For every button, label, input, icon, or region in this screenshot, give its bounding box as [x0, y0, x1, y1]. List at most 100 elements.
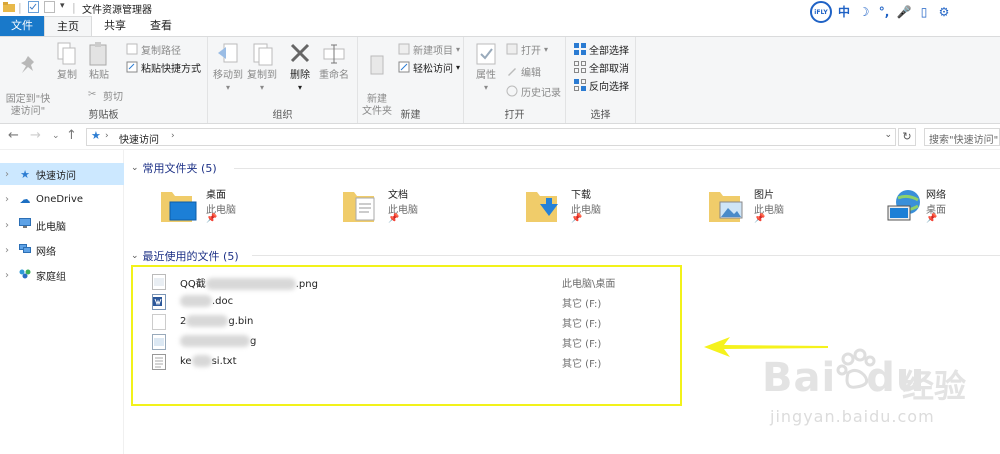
open-icon [506, 43, 518, 55]
clipboard-group: 固定到"快 速访问" 复制 粘贴 复制路径 粘贴快捷方式 ✂ 剪切 剪贴板 [0, 37, 208, 123]
edit-button[interactable]: 编辑 [506, 63, 541, 79]
pinned-icon: 📌 [388, 214, 400, 224]
copy-to-icon [250, 41, 274, 67]
sidebar-item-network[interactable]: › 网络 [0, 239, 124, 261]
downloads-folder-icon [525, 186, 565, 226]
recent-locations-chevron-icon[interactable]: ⌄ [52, 131, 60, 141]
delete-x-icon [288, 41, 312, 67]
expand-chevron-icon[interactable]: › [5, 169, 15, 180]
select-none-button[interactable]: 全部取消 [574, 59, 629, 75]
sidebar-item-quick-access[interactable]: › ★ 快速访问 [0, 163, 124, 185]
organize-group-label: 组织 [272, 110, 293, 121]
delete-button[interactable]: 删除 ▾ [286, 41, 314, 94]
easy-access-icon [398, 61, 410, 73]
select-all-icon [574, 43, 586, 55]
sidebar-item-homegroup[interactable]: › 家庭组 [0, 264, 124, 286]
folder-tile-pictures[interactable]: 图片 此电脑 📌 [708, 184, 828, 228]
pinned-icon: 📌 [926, 214, 938, 224]
watermark-cn: 经验 [902, 367, 967, 405]
refresh-icon[interactable]: ↻ [898, 128, 916, 146]
folder-tile-desktop[interactable]: 桌面 此电脑 📌 [160, 184, 280, 228]
cut-button[interactable]: ✂ 剪切 [88, 87, 123, 103]
move-to-icon [216, 41, 240, 67]
copy-to-button[interactable]: 复制到 ▾ [246, 41, 278, 94]
open-group: 属性 ▾ 打开 ▾ 编辑 历史记录 打开 [464, 37, 566, 123]
properties-check-icon [474, 41, 498, 67]
pin-icon [16, 53, 40, 79]
folder-tile-downloads[interactable]: 下载 此电脑 📌 [525, 184, 645, 228]
highlight-box-annotation [131, 265, 682, 406]
separator: | [18, 1, 22, 14]
copy-path-button[interactable]: 复制路径 [126, 41, 181, 57]
navigation-pane: › ★ 快速访问 › ☁ OneDrive › 此电脑 › 网络 › 家庭组 [0, 150, 124, 454]
window-title: 文件资源管理器 [82, 5, 152, 16]
new-group: 新建 文件夹 新建项目 ▾ 轻松访问 ▾ 新建 [358, 37, 464, 123]
expand-chevron-icon[interactable]: › [5, 270, 15, 281]
folder-tile-documents[interactable]: 文档 此电脑 📌 [342, 184, 462, 228]
clipboard-group-label: 剪贴板 [88, 110, 119, 121]
copy-button[interactable]: 复制 [54, 41, 80, 82]
history-icon [506, 85, 518, 97]
paste-shortcut-icon [126, 61, 138, 73]
folder-tile-network[interactable]: 网络 桌面 📌 [886, 184, 1000, 228]
rename-icon [322, 41, 346, 67]
frequent-folders-header[interactable]: ⌄ 常用文件夹 (5) [131, 160, 217, 176]
address-dropdown-chevron-icon[interactable]: ⌄ [884, 130, 892, 140]
move-to-button[interactable]: 移动到 ▾ [212, 41, 244, 94]
properties-quick-icon[interactable] [28, 1, 39, 16]
open-button[interactable]: 打开 ▾ [506, 41, 548, 57]
select-group: 全部选择 全部取消 反向选择 选择 [566, 37, 636, 123]
pictures-folder-icon [708, 186, 748, 226]
pinned-icon: 📌 [754, 214, 766, 224]
tab-file[interactable]: 文件 [0, 16, 44, 36]
expand-chevron-icon[interactable]: › [5, 220, 15, 231]
back-arrow-icon[interactable]: ← [8, 128, 19, 143]
properties-button[interactable]: 属性 ▾ [472, 41, 500, 94]
up-arrow-icon[interactable]: ↑ [66, 128, 77, 143]
section-divider [234, 168, 1000, 169]
sidebar-item-onedrive[interactable]: › ☁ OneDrive [0, 188, 124, 210]
recent-files-header[interactable]: ⌄ 最近使用的文件 (5) [131, 248, 239, 264]
collapse-chevron-icon[interactable]: ⌄ [131, 163, 139, 173]
collapse-chevron-icon[interactable]: ⌄ [131, 251, 139, 261]
select-none-icon [574, 61, 586, 73]
scissors-icon: ✂ [88, 89, 97, 100]
ribbon: 固定到"快 速访问" 复制 粘贴 复制路径 粘贴快捷方式 ✂ 剪切 剪贴板 移动… [0, 36, 1000, 124]
breadcrumb-separator: › [105, 131, 109, 141]
tab-share[interactable]: 共享 [92, 16, 138, 36]
history-button[interactable]: 历史记录 [506, 83, 561, 99]
watermark-url: jingyan.baidu.com [770, 407, 935, 426]
quick-access-star-icon: ★ [91, 129, 101, 142]
customize-toolbar-icon[interactable]: ▾ [60, 1, 65, 11]
paste-button[interactable]: 粘贴 [84, 41, 114, 82]
tab-home[interactable]: 主页 [44, 16, 92, 36]
expand-chevron-icon[interactable]: › [5, 194, 15, 205]
invert-selection-button[interactable]: 反向选择 [574, 77, 629, 93]
documents-folder-icon [342, 186, 382, 226]
select-group-label: 选择 [590, 110, 611, 121]
homegroup-icon [18, 268, 32, 282]
tab-view[interactable]: 查看 [138, 16, 184, 36]
expand-chevron-icon[interactable]: › [5, 245, 15, 256]
copy-path-icon [126, 43, 138, 55]
select-all-button[interactable]: 全部选择 [574, 41, 629, 57]
new-folder-quick-icon[interactable] [44, 1, 55, 16]
breadcrumb-chevron-icon[interactable]: › [171, 131, 175, 141]
search-input[interactable]: 搜索"快速访问" [924, 128, 1000, 146]
paste-shortcut-button[interactable]: 粘贴快捷方式 [126, 59, 201, 75]
easy-access-button[interactable]: 轻松访问 ▾ [398, 59, 460, 75]
cloud-icon: ☁ [19, 192, 31, 206]
address-bar[interactable]: ★ › 快速访问 › ⌄ [86, 128, 896, 146]
rename-button[interactable]: 重命名 [316, 41, 352, 82]
baidu-jingyan-watermark: Bai du 经验 jingyan.baidu.com [752, 345, 1000, 445]
new-item-button[interactable]: 新建项目 ▾ [398, 41, 460, 57]
sidebar-item-this-pc[interactable]: › 此电脑 [0, 214, 124, 236]
separator: | [72, 1, 76, 14]
forward-arrow-icon[interactable]: → [30, 128, 41, 143]
network-globe-icon [886, 186, 926, 226]
paste-icon [87, 41, 111, 67]
breadcrumb-quick-access[interactable]: 快速访问 [119, 131, 159, 146]
pinned-icon: 📌 [571, 214, 583, 224]
open-group-label: 打开 [504, 110, 525, 121]
organize-group: 移动到 ▾ 复制到 ▾ 删除 ▾ 重命名 组织 [208, 37, 358, 123]
